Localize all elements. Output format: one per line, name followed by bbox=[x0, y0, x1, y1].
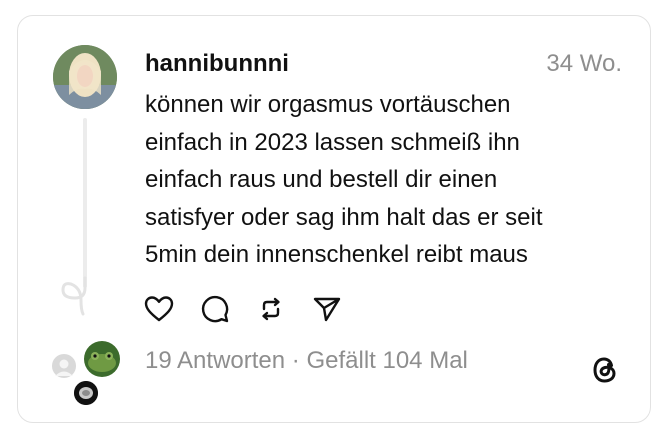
comment-icon bbox=[201, 295, 229, 323]
threads-logo-icon[interactable] bbox=[587, 352, 623, 388]
post-text-line: satisfyer oder sag ihm halt das er seit bbox=[145, 203, 543, 231]
frog-avatar-image bbox=[84, 341, 120, 377]
avatar-photo bbox=[53, 45, 117, 109]
post-text-line: 5min dein innenschenkel reibt maus bbox=[145, 241, 528, 268]
heart-icon bbox=[144, 296, 174, 322]
replier-avatar-image bbox=[74, 381, 98, 405]
replier-avatar[interactable] bbox=[50, 352, 78, 380]
replier-avatar[interactable] bbox=[84, 341, 120, 377]
likes-count[interactable]: Gefällt 104 Mal bbox=[306, 347, 467, 374]
reply-button[interactable] bbox=[196, 290, 234, 328]
post-text-line: können wir orgasmus vortäuschen bbox=[145, 91, 511, 118]
send-icon bbox=[313, 297, 341, 322]
post-timestamp: 34 Wo. bbox=[546, 50, 622, 77]
thread-line bbox=[83, 118, 87, 288]
replies-count[interactable]: 19 Antworten bbox=[145, 347, 285, 374]
repost-icon bbox=[262, 297, 280, 321]
share-button[interactable] bbox=[308, 290, 346, 328]
post-text: können wir orgasmus vortäuschen einfach … bbox=[145, 86, 615, 274]
post-stats: 19 Antworten · Gefällt 104 Mal bbox=[145, 347, 468, 375]
action-bar bbox=[140, 290, 346, 328]
replier-avatar[interactable] bbox=[74, 381, 98, 405]
repost-button[interactable] bbox=[252, 290, 290, 328]
default-user-icon bbox=[55, 359, 73, 376]
threads-logo-icon bbox=[593, 357, 616, 383]
user-avatar[interactable] bbox=[53, 45, 117, 109]
post-text-line: einfach in 2023 lassen schmeiß ihn bbox=[145, 128, 520, 156]
post-text-line: einfach raus und bestell dir einen bbox=[145, 166, 498, 193]
like-button[interactable] bbox=[140, 290, 178, 328]
thread-loop-decoration bbox=[61, 276, 87, 316]
username[interactable]: hannibunnni bbox=[145, 50, 289, 78]
stats-separator: · bbox=[291, 347, 300, 374]
